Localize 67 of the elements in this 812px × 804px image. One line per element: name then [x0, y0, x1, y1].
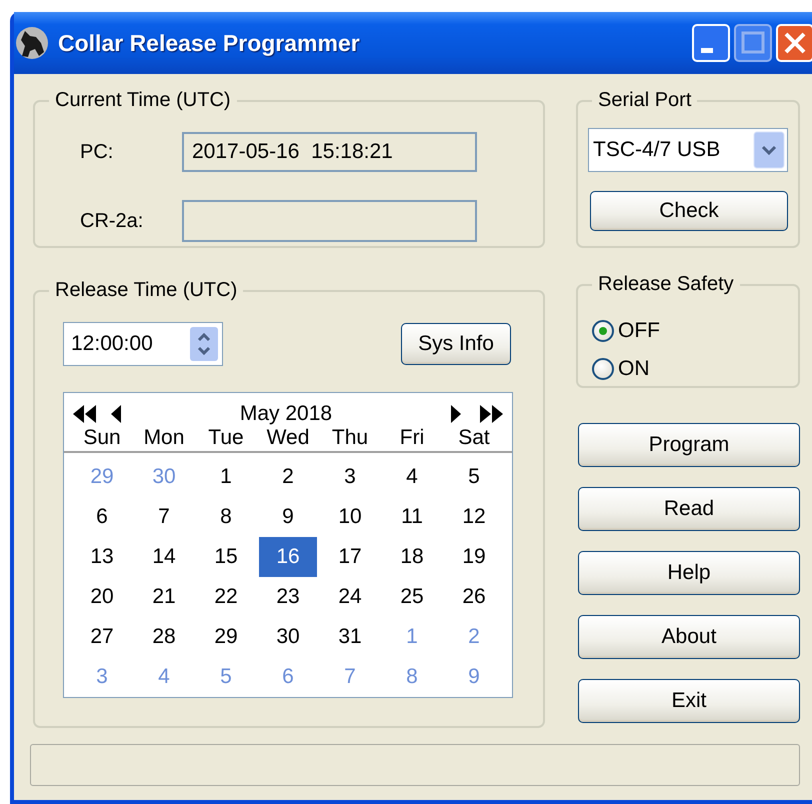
close-icon[interactable] — [776, 24, 812, 62]
calendar-day[interactable]: 15 — [197, 537, 255, 577]
action-button[interactable]: Exit — [578, 679, 800, 723]
action-button[interactable]: Program — [578, 423, 800, 467]
calendar-day[interactable]: 10 — [321, 497, 379, 537]
calendar-day[interactable]: 28 — [135, 617, 193, 657]
calendar-day[interactable]: 20 — [73, 577, 131, 617]
radio-label: ON — [618, 357, 650, 381]
field-label: PC: — [80, 140, 114, 164]
radio-option[interactable]: OFF — [592, 312, 660, 350]
calendar-day[interactable]: 26 — [445, 577, 503, 617]
time-spinner[interactable]: 12:00:00 — [63, 322, 223, 366]
window-title: Collar Release Programmer — [58, 30, 361, 56]
spin-arrows-icon[interactable] — [189, 326, 219, 362]
port-dropdown[interactable]: TSC-4/7 USB — [588, 128, 788, 172]
calendar-day[interactable]: 30 — [259, 617, 317, 657]
last-arrow-icon[interactable] — [478, 404, 504, 424]
calendar-day[interactable]: 23 — [259, 577, 317, 617]
calendar-day[interactable]: 12 — [445, 497, 503, 537]
calendar-day[interactable]: 19 — [445, 537, 503, 577]
first-arrow-icon[interactable] — [72, 404, 98, 424]
calendar-day[interactable]: 21 — [135, 577, 193, 617]
calendar-day[interactable]: 9 — [259, 497, 317, 537]
calendar-day[interactable]: 17 — [321, 537, 379, 577]
weekday-label: Sun — [82, 427, 122, 449]
calendar-day[interactable]: 7 — [135, 497, 193, 537]
weekday-label: Mon — [142, 427, 186, 449]
action-button[interactable]: Read — [578, 487, 800, 531]
calendar-day[interactable]: 14 — [135, 537, 193, 577]
minimize-icon[interactable] — [692, 24, 730, 62]
calendar-day[interactable]: 3 — [321, 457, 379, 497]
calendar-day[interactable]: 24 — [321, 577, 379, 617]
calendar-day[interactable]: 6 — [73, 497, 131, 537]
weekday-label: Wed — [266, 427, 310, 449]
weekday-label: Sat — [457, 427, 491, 449]
calendar-day[interactable]: 29 — [197, 617, 255, 657]
weekday-label: Tue — [207, 427, 245, 449]
field-label: CR-2a: — [80, 210, 144, 232]
action-button[interactable]: Help — [578, 551, 800, 595]
month-label: May 2018 — [238, 403, 334, 425]
next-arrow-icon[interactable] — [450, 404, 462, 424]
weekday-label: Fri — [398, 427, 426, 449]
calendar-day[interactable]: 13 — [73, 537, 131, 577]
calendar-day[interactable]: 25 — [383, 577, 441, 617]
time-field: 2017-05-16 15:18:21 — [182, 132, 477, 172]
maximize-icon — [734, 24, 772, 62]
calendar-day[interactable]: 5 — [445, 457, 503, 497]
sys-info-button[interactable]: Sys Info — [401, 323, 511, 365]
calendar-day[interactable]: 31 — [321, 617, 379, 657]
radio-option[interactable]: ON — [592, 350, 650, 388]
calendar-day[interactable]: 11 — [383, 497, 441, 537]
calendar-day[interactable]: 8 — [197, 497, 255, 537]
calendar-day[interactable]: 16 — [259, 537, 317, 577]
weekday-label: Thu — [330, 427, 370, 449]
app-icon — [14, 26, 50, 60]
action-button[interactable]: About — [578, 615, 800, 659]
radio-button[interactable] — [592, 358, 614, 380]
calendar-day[interactable]: 22 — [197, 577, 255, 617]
calendar-day[interactable]: 1 — [197, 457, 255, 497]
calendar-day[interactable]: 18 — [383, 537, 441, 577]
calendar-day[interactable]: 4 — [383, 457, 441, 497]
check-button[interactable]: Check — [590, 191, 788, 231]
calendar-day[interactable]: 27 — [73, 617, 131, 657]
radio-label: OFF — [618, 319, 660, 343]
radio-button[interactable] — [592, 320, 614, 342]
previous-arrow-icon[interactable] — [110, 404, 122, 424]
calendar-day[interactable]: 2 — [259, 457, 317, 497]
